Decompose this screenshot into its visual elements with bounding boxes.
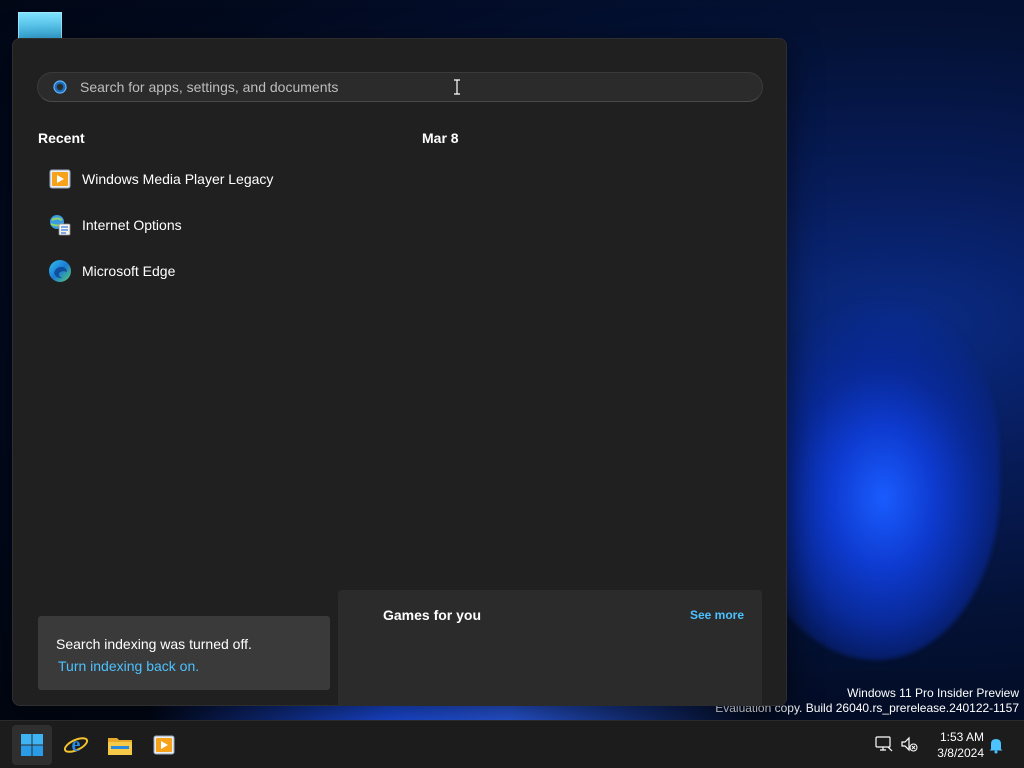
- search-input[interactable]: [80, 77, 720, 97]
- recent-item-microsoft-edge[interactable]: Microsoft Edge: [38, 251, 378, 291]
- date-heading: Mar 8: [422, 130, 459, 146]
- clock-time: 1:53 AM: [939, 730, 984, 744]
- turn-indexing-on-link[interactable]: Turn indexing back on.: [58, 658, 199, 674]
- indexing-notice: Search indexing was turned off. Turn ind…: [38, 616, 330, 690]
- recent-item-label: Microsoft Edge: [82, 263, 176, 279]
- taskbar: e 1:53 AM 3/8/2024: [0, 720, 1024, 768]
- search-box[interactable]: [37, 72, 763, 102]
- recent-item-label: Windows Media Player Legacy: [82, 171, 274, 187]
- taskbar-windows-media-player[interactable]: [144, 725, 184, 765]
- windows-media-player-icon: [153, 735, 175, 755]
- search-icon: [53, 80, 67, 94]
- internet-explorer-icon: e: [63, 734, 89, 756]
- windows-start-icon: [21, 734, 43, 756]
- indexing-message: Search indexing was turned off.: [56, 636, 252, 652]
- sound-muted-icon[interactable]: [900, 735, 918, 753]
- internet-options-icon: [50, 215, 71, 236]
- games-title: Games for you: [383, 607, 482, 623]
- recent-item-internet-options[interactable]: Internet Options: [38, 205, 378, 245]
- taskbar-clock[interactable]: 1:53 AM 3/8/2024: [926, 729, 984, 761]
- start-button[interactable]: [12, 725, 52, 765]
- taskbar-file-explorer[interactable]: [100, 725, 140, 765]
- see-more-link[interactable]: See more: [690, 608, 744, 622]
- network-icon[interactable]: [875, 735, 893, 753]
- windows-media-player-icon: [49, 169, 71, 189]
- text-cursor-icon: [454, 79, 460, 95]
- recent-item-windows-media-player[interactable]: Windows Media Player Legacy: [38, 159, 378, 199]
- svg-text:e: e: [72, 734, 81, 756]
- search-panel: Recent Mar 8 Windows Media Player Legacy…: [12, 38, 787, 706]
- file-explorer-icon: [108, 738, 132, 755]
- recent-item-label: Internet Options: [82, 217, 182, 233]
- games-for-you-card: Games for you See more: [338, 590, 762, 706]
- clock-date: 3/8/2024: [937, 746, 984, 760]
- recent-heading: Recent: [38, 130, 85, 146]
- taskbar-internet-explorer[interactable]: e: [56, 725, 96, 765]
- notification-bell-icon[interactable]: [987, 736, 1005, 754]
- microsoft-edge-icon: [49, 260, 71, 282]
